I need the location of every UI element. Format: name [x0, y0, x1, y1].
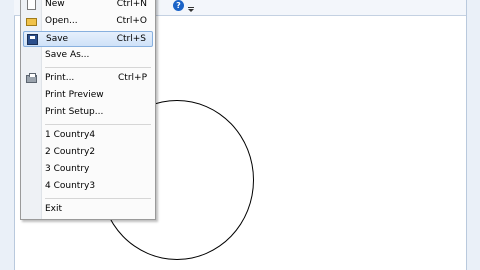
open-folder-icon — [26, 18, 37, 26]
menu-item-label: Print Setup... — [45, 107, 104, 117]
menu-item-label: 2 Country2 — [45, 147, 96, 157]
menu-item-label: Save — [46, 34, 69, 44]
menu-item-label: 1 Country4 — [45, 130, 96, 140]
menu-item-label: Print... — [45, 73, 75, 83]
help-icon[interactable]: ? — [173, 0, 184, 11]
menu-item-label: New — [45, 0, 65, 9]
menu-item-open[interactable]: Open... Ctrl+O — [23, 14, 153, 30]
menu-item-shortcut: Ctrl+O — [116, 16, 147, 26]
menu-item-print-setup[interactable]: Print Setup... — [23, 105, 153, 121]
printer-icon — [26, 73, 37, 83]
menu-item-new[interactable]: New Ctrl+N — [23, 0, 153, 13]
new-document-icon — [27, 0, 36, 10]
menu-item-label: 3 Country — [45, 164, 90, 174]
menu-item-label: Exit — [45, 204, 63, 214]
file-menu: New Ctrl+N Open... Ctrl+O Save Ctrl+S Sa… — [20, 0, 156, 220]
menu-item-shortcut: Ctrl+S — [116, 34, 146, 44]
menu-item-recent-2[interactable]: 2 Country2 — [23, 145, 153, 161]
menu-item-recent-3[interactable]: 3 Country — [23, 162, 153, 178]
menu-item-label: 4 Country3 — [45, 181, 96, 191]
menu-item-recent-1[interactable]: 1 Country4 — [23, 128, 153, 144]
menu-item-print-preview[interactable]: Print Preview — [23, 88, 153, 104]
window-frame-left — [0, 0, 15, 270]
menu-item-recent-4[interactable]: 4 Country3 — [23, 179, 153, 195]
menu-item-label: Save As... — [45, 50, 90, 60]
menu-separator — [45, 198, 151, 199]
menu-item-save[interactable]: Save Ctrl+S — [23, 31, 153, 47]
menu-item-shortcut: Ctrl+N — [116, 0, 147, 9]
menu-item-exit[interactable]: Exit — [23, 202, 153, 218]
menu-separator — [45, 67, 151, 68]
toolbar-overflow-icon[interactable] — [188, 1, 194, 13]
save-disk-icon — [27, 34, 38, 45]
menu-item-print[interactable]: Print... Ctrl+P — [23, 71, 153, 87]
window-frame-right — [466, 0, 480, 270]
menu-separator — [45, 124, 151, 125]
menu-item-label: Open... — [45, 16, 78, 26]
menu-item-label: Print Preview — [45, 90, 104, 100]
menu-item-shortcut: Ctrl+P — [118, 73, 147, 83]
menu-item-save-as[interactable]: Save As... — [23, 48, 153, 64]
